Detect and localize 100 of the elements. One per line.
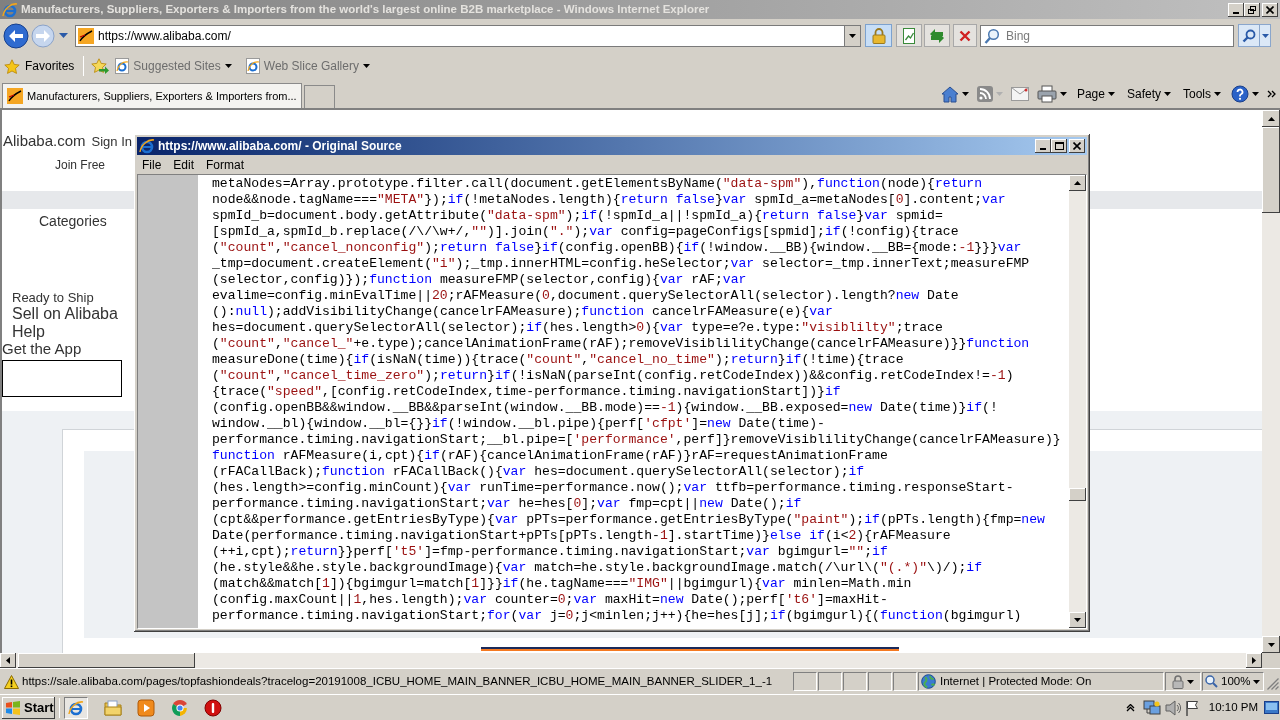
- search-field[interactable]: Bing: [980, 24, 1234, 47]
- address-dropdown-button[interactable]: [845, 24, 861, 47]
- nav-link[interactable]: Sell on Alibaba: [12, 305, 118, 323]
- zoom-button[interactable]: 100%: [1202, 672, 1264, 691]
- caret-icon: [224, 64, 232, 68]
- stop-button[interactable]: [953, 24, 977, 47]
- caret-icon: [1253, 679, 1261, 684]
- show-hidden-icons-button[interactable]: [1125, 703, 1135, 712]
- code-line: (++i,cpt);return}}perf['t5']=fmp-performance.timing.navigationStart;var bgimgurl="";if: [212, 544, 888, 560]
- restore-button[interactable]: [1244, 2, 1260, 17]
- code-line: _tmp=document.createElement("i");_tmp.innerHTML=config.heSelector;var selector=_tmp.innerText;measureFMP: [212, 256, 1030, 272]
- left-arrow-icon: [6, 657, 10, 664]
- ring-logo-taskbar-button[interactable]: [171, 698, 189, 717]
- desktop-icon: [1264, 701, 1279, 714]
- nav-link[interactable]: Get the App: [2, 340, 82, 357]
- command-menu[interactable]: Page: [1074, 85, 1117, 103]
- menu-item[interactable]: Format: [202, 156, 249, 173]
- double-chevron-icon: [1267, 90, 1276, 98]
- code-line: {trace("speed",[config.retCodeIndex,time-performance.timing.navigationStart])}if: [212, 384, 841, 400]
- code-line: (rFACallBack);function rFACallBack(){var hes=document.querySelectorAll(selector);if: [212, 464, 865, 480]
- feeds-button[interactable]: [976, 86, 1003, 102]
- browser-page-icon: [245, 58, 260, 74]
- alert-taskbar-button[interactable]: [204, 698, 222, 717]
- caret-icon: [59, 33, 68, 38]
- caret-icon: [1059, 92, 1067, 96]
- caret-icon: [1261, 33, 1269, 38]
- folder-taskbar-button[interactable]: [104, 699, 122, 716]
- scrollbar-thumb[interactable]: [1069, 488, 1086, 501]
- add-to-favorites-button[interactable]: [91, 58, 110, 74]
- resize-grip-icon[interactable]: [1267, 678, 1279, 690]
- command-menu[interactable]: Safety: [1124, 85, 1173, 103]
- menu-item[interactable]: Edit: [169, 156, 199, 173]
- browser-logo-icon: [68, 699, 84, 716]
- scroll-up-button[interactable]: [1069, 175, 1086, 191]
- help-icon: [1231, 85, 1249, 103]
- minimize-button[interactable]: [1228, 2, 1244, 17]
- join-free-link[interactable]: Join Free: [55, 158, 106, 173]
- code-line: (config.openBB&&window.__BB&&parseInt(window.__BB.mode)==-1){window.__BB.exposed=new Date(time)}if(!: [212, 400, 998, 416]
- minimize-button[interactable]: [1035, 139, 1051, 153]
- refresh-icon: [929, 27, 945, 44]
- code-line: measureDone(time){if(isNaN(time)){trace("count","cancel_no_time");return}if(!time){trace: [212, 352, 904, 368]
- categories-link[interactable]: Categories: [39, 213, 107, 230]
- code-line: ("count","cancel_nonconfig");return false}if(config.openBB){if(!window.__BB){window.__BB={mode:-1}}}var: [212, 240, 1022, 256]
- code-line: evalime=config.minEvalTime||20;rAFMeasure(0,document.querySelectorAll(selector).length?new Date: [212, 288, 959, 304]
- warning-icon: [4, 674, 19, 689]
- site-name[interactable]: Alibaba.com: [3, 132, 86, 149]
- scroll-down-button[interactable]: [1262, 636, 1280, 653]
- browser-tab[interactable]: Manufacturers, Suppliers, Exporters & Importers from...: [2, 83, 302, 108]
- home-button[interactable]: [940, 85, 969, 103]
- scroll-left-button[interactable]: [0, 653, 16, 668]
- more-commands-button[interactable]: [1267, 90, 1276, 98]
- play-tile-icon: [137, 698, 155, 717]
- sign-in-link[interactable]: Sign In: [91, 133, 133, 150]
- scroll-right-button[interactable]: [1246, 653, 1262, 668]
- nav-link[interactable]: Ready to Ship: [12, 290, 94, 305]
- star-arrow-icon: [91, 58, 110, 74]
- window-title: Manufacturers, Suppliers, Exporters & Importers from the world's largest online B2B marketplace - Windows Internet Explorer: [21, 1, 710, 17]
- favorites-bar-link[interactable]: Suggested Sites: [115, 57, 232, 75]
- compatibility-button[interactable]: [896, 24, 922, 47]
- code-line: ("count","cancel_time_zero");return}if(!isNaN(parseInt(config.retCodeIndex))&&config.retCodeIndex!=-1): [212, 368, 1014, 384]
- status-pane: [818, 672, 842, 691]
- close-button[interactable]: [1069, 139, 1085, 153]
- print-button[interactable]: [1036, 85, 1067, 103]
- nav-link[interactable]: Help: [12, 323, 45, 340]
- scroll-up-button[interactable]: [1262, 110, 1280, 127]
- maximize-button[interactable]: [1051, 139, 1067, 153]
- favorites-button[interactable]: Favorites: [4, 57, 75, 75]
- caret-icon: [1187, 679, 1194, 684]
- start-button[interactable]: Start: [2, 696, 55, 719]
- search-options-button[interactable]: [1260, 24, 1271, 47]
- close-button[interactable]: [1262, 2, 1278, 17]
- printer-icon: [1036, 85, 1057, 103]
- status-pane: [843, 672, 867, 691]
- recent-pages-button[interactable]: [59, 33, 68, 38]
- mail-button[interactable]: [1010, 87, 1029, 101]
- back-button[interactable]: [3, 22, 29, 49]
- menu-item[interactable]: File: [138, 156, 166, 173]
- favorites-bar-link[interactable]: Web Slice Gallery: [245, 57, 370, 75]
- padlock-icon: [871, 27, 886, 44]
- refresh-button[interactable]: [924, 24, 950, 47]
- protected-mode-button[interactable]: [1165, 672, 1201, 691]
- address-field[interactable]: https://www.alibaba.com/: [75, 24, 845, 47]
- code-line: performance.timing.navigationStart;var he=hes[0];var fmp=cpt||new Date();if: [212, 496, 802, 512]
- scroll-down-button[interactable]: [1069, 612, 1086, 628]
- browser-taskbar-button[interactable]: [64, 696, 88, 719]
- padlock-icon: [1172, 674, 1184, 689]
- code-line: ("count","cancel_"+e.type);cancelAnimationFrame(rAF);removeVisiblilityChange(cancelrFAMeasure)}}function: [212, 336, 1030, 352]
- minimize-icon: [1040, 148, 1046, 150]
- search-button[interactable]: [1238, 24, 1260, 47]
- security-zone-text: Internet | Protected Mode: On: [940, 673, 1092, 689]
- code-line: (cpt&&performance.getEntriesByType){var pPTs=performance.getEntriesByType("paint");if(pPTs.length){fmp=new: [212, 512, 1045, 528]
- code-line: ():null);addVisibilityChange(cancelrFAMeasure);function cancelrFAMeasure(e){var: [212, 304, 833, 320]
- up-arrow-icon: [1074, 181, 1081, 185]
- scrollbar-thumb[interactable]: [18, 653, 195, 668]
- help-button[interactable]: [1231, 85, 1259, 103]
- scrollbar-thumb[interactable]: [1262, 127, 1280, 213]
- code-line: (config.maxCount||1,hes.length);var counter=0;var maxHit=new Date();perf['t6']=maxHit-: [212, 592, 888, 608]
- command-menu[interactable]: Tools: [1181, 85, 1223, 103]
- media-taskbar-button[interactable]: [137, 698, 155, 717]
- caret-icon: [961, 92, 969, 96]
